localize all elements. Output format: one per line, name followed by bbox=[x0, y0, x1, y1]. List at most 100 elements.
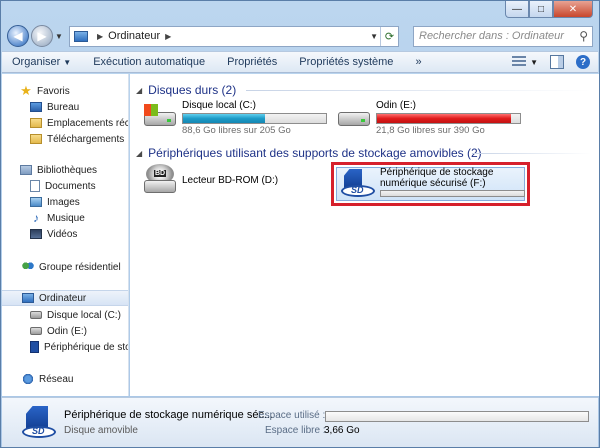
address-row: ◀ ▶ ▼ ▶ Ordinateur ▶ ▼ ⟳ Rechercher dans… bbox=[7, 23, 593, 49]
address-dropdown-icon[interactable]: ▼ bbox=[370, 32, 378, 41]
nav-label: Disque local (C:) bbox=[47, 309, 121, 321]
free-space-value: 3,66 Go bbox=[324, 425, 360, 436]
videos-icon bbox=[30, 229, 42, 239]
nav-label: Vidéos bbox=[47, 228, 78, 240]
nav-item-favorites[interactable]: ★ Favoris bbox=[20, 83, 70, 99]
recent-pages-dropdown[interactable]: ▼ bbox=[53, 32, 65, 41]
hard-disk-icon bbox=[30, 311, 42, 319]
details-item-name: Périphérique de stockage numérique séc..… bbox=[64, 409, 274, 421]
nav-label: Favoris bbox=[37, 85, 70, 97]
nav-label: Images bbox=[47, 196, 80, 208]
drive-name-line2: numérique sécurisé (F:) bbox=[380, 178, 486, 189]
more-commands-button[interactable]: » bbox=[415, 56, 421, 68]
nav-label: Odin (E:) bbox=[47, 325, 88, 337]
nav-item-homegroup[interactable]: Groupe résidentiel bbox=[22, 259, 121, 275]
drive-odin-e[interactable]: Odin (E:) 21,8 Go libres sur 390 Go bbox=[336, 100, 521, 136]
nav-item-libraries[interactable]: Bibliothèques bbox=[20, 162, 97, 178]
properties-button[interactable]: Propriétés bbox=[227, 56, 277, 68]
drive-name: Disque local (C:) bbox=[182, 100, 256, 111]
nav-item-sd-device[interactable]: Périphérique de stoc bbox=[30, 339, 129, 355]
change-view-icon[interactable] bbox=[512, 56, 527, 68]
help-icon[interactable]: ? bbox=[576, 55, 590, 69]
recent-places-icon bbox=[30, 118, 42, 128]
computer-icon bbox=[74, 30, 88, 42]
drive-free-space: 21,8 Go libres sur 390 Go bbox=[376, 125, 485, 136]
nav-item-computer[interactable]: Ordinateur bbox=[2, 290, 128, 306]
drive-free-space: 88,6 Go libres sur 205 Go bbox=[182, 125, 291, 136]
drive-sd-card-f[interactable]: Périphérique de stockage numérique sécur… bbox=[331, 162, 530, 206]
navigation-pane: ★ Favoris Bureau Emplacements réce Téléch… bbox=[2, 74, 129, 396]
preview-pane-icon[interactable] bbox=[550, 55, 564, 69]
drive-usage-bar bbox=[182, 113, 327, 124]
used-space-label: Espace utilisé : bbox=[258, 410, 326, 421]
refresh-icon[interactable]: ⟳ bbox=[380, 26, 398, 46]
collapse-triangle-icon[interactable]: ◢ bbox=[136, 149, 142, 158]
collapse-triangle-icon[interactable]: ◢ bbox=[136, 86, 142, 95]
nav-label: Emplacements réce bbox=[47, 117, 129, 129]
nav-label: Bibliothèques bbox=[37, 164, 98, 176]
drive-local-disk-c[interactable]: Disque local (C:) 88,6 Go libres sur 205… bbox=[142, 100, 327, 136]
search-input[interactable]: Rechercher dans : Ordinateur ⚲ bbox=[413, 25, 593, 47]
nav-item-desktop[interactable]: Bureau bbox=[30, 99, 79, 115]
used-space-bar bbox=[325, 411, 589, 422]
nav-item-recent-places[interactable]: Emplacements réce bbox=[30, 115, 129, 131]
sd-card-icon bbox=[20, 404, 56, 440]
nav-label: Documents bbox=[45, 180, 96, 192]
drive-usage-fill bbox=[183, 114, 265, 123]
nav-label: Bureau bbox=[47, 101, 80, 113]
drive-bd-rom-d[interactable]: BD Lecteur BD-ROM (D:) bbox=[142, 164, 278, 196]
forward-arrow-icon: ▶ bbox=[37, 29, 47, 43]
maximize-button[interactable]: □ bbox=[529, 1, 553, 18]
images-icon bbox=[30, 197, 42, 207]
music-icon: ♪ bbox=[33, 211, 39, 225]
nav-item-odin[interactable]: Odin (E:) bbox=[30, 323, 87, 339]
nav-item-network[interactable]: Réseau bbox=[22, 371, 73, 387]
back-arrow-icon: ◀ bbox=[13, 29, 23, 43]
nav-item-music[interactable]: ♪ Musique bbox=[30, 210, 85, 226]
view-dropdown-icon[interactable]: ▼ bbox=[530, 58, 538, 67]
address-bar[interactable]: ▶ Ordinateur ▶ ▼ ⟳ bbox=[69, 25, 399, 47]
drive-name-line1: Périphérique de stockage bbox=[380, 167, 494, 178]
nav-label: Musique bbox=[47, 212, 85, 224]
free-space-label: Espace libre : bbox=[265, 425, 326, 436]
toolbar-right: ▼ ? bbox=[512, 55, 590, 69]
breadcrumb-computer[interactable]: Ordinateur bbox=[108, 30, 160, 42]
nav-label: Groupe résidentiel bbox=[39, 261, 121, 273]
nav-item-documents[interactable]: Documents bbox=[30, 178, 96, 194]
content-area: ◢ Disques durs (2) Disque local (C:) 88,… bbox=[130, 74, 599, 396]
details-pane: Périphérique de stockage numérique séc..… bbox=[2, 397, 598, 447]
sd-card-icon bbox=[30, 341, 39, 353]
sd-card-icon bbox=[340, 167, 376, 203]
search-icon[interactable]: ⚲ bbox=[579, 29, 588, 43]
group-header-hard-disks[interactable]: ◢ Disques durs (2) bbox=[136, 82, 591, 98]
autoplay-button[interactable]: Exécution automatique bbox=[93, 56, 205, 68]
nav-item-videos[interactable]: Vidéos bbox=[30, 226, 77, 242]
back-button[interactable]: ◀ bbox=[7, 25, 29, 47]
nav-label: Ordinateur bbox=[39, 292, 87, 304]
nav-item-local-disk[interactable]: Disque local (C:) bbox=[30, 307, 121, 323]
nav-item-images[interactable]: Images bbox=[30, 194, 80, 210]
downloads-icon bbox=[30, 134, 42, 144]
group-header-removable[interactable]: ◢ Périphériques utilisant des supports d… bbox=[136, 145, 591, 161]
close-button[interactable]: ✕ bbox=[553, 1, 593, 18]
drive-name: Odin (E:) bbox=[376, 100, 417, 111]
drive-usage-bar bbox=[380, 190, 525, 197]
caption-buttons: — □ ✕ bbox=[505, 1, 593, 19]
command-bar: Organiser ▼ Exécution automatique Proprié… bbox=[2, 51, 598, 73]
details-item-type: Disque amovible bbox=[64, 425, 138, 436]
forward-button[interactable]: ▶ bbox=[31, 25, 53, 47]
drive-usage-bar bbox=[376, 113, 521, 124]
breadcrumb-chevron-icon[interactable]: ▶ bbox=[165, 32, 171, 41]
network-icon bbox=[22, 373, 34, 385]
breadcrumb-chevron-icon[interactable]: ▶ bbox=[97, 32, 103, 41]
windows-drive-icon bbox=[142, 100, 178, 132]
hard-disk-icon bbox=[336, 100, 372, 132]
homegroup-icon bbox=[22, 261, 34, 273]
system-properties-button[interactable]: Propriétés système bbox=[299, 56, 393, 68]
nav-item-downloads[interactable]: Téléchargements bbox=[30, 131, 124, 147]
bd-rom-drive-icon: BD bbox=[142, 164, 178, 196]
group-divider bbox=[246, 90, 591, 91]
nav-label: Périphérique de stoc bbox=[44, 341, 129, 353]
minimize-button[interactable]: — bbox=[505, 1, 529, 18]
organize-button[interactable]: Organiser ▼ bbox=[12, 56, 71, 68]
